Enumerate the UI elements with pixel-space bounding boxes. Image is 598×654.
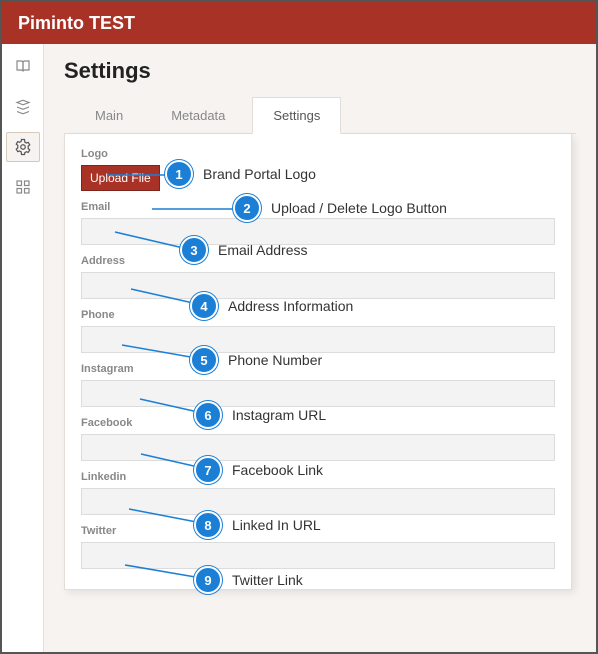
- twitter-label: Twitter: [81, 525, 555, 537]
- email-input[interactable]: [81, 218, 555, 245]
- instagram-input[interactable]: [81, 380, 555, 407]
- stack-icon: [14, 98, 32, 116]
- email-group: Email: [81, 201, 555, 245]
- phone-label: Phone: [81, 309, 555, 321]
- logo-group: Logo Upload File: [81, 148, 555, 191]
- tab-settings[interactable]: Settings: [252, 97, 341, 134]
- settings-panel: Logo Upload File Email Address Phone Ins…: [64, 134, 572, 590]
- address-label: Address: [81, 255, 555, 267]
- app-header: Piminto TEST: [2, 2, 596, 44]
- linkedin-label: Linkedin: [81, 471, 555, 483]
- email-label: Email: [81, 201, 555, 213]
- gear-icon: [14, 138, 32, 156]
- twitter-group: Twitter: [81, 525, 555, 569]
- facebook-input[interactable]: [81, 434, 555, 461]
- sidebar: [2, 44, 44, 652]
- grid-icon: [14, 178, 32, 196]
- instagram-group: Instagram: [81, 363, 555, 407]
- sidebar-item-4[interactable]: [6, 172, 40, 202]
- instagram-label: Instagram: [81, 363, 555, 375]
- sidebar-item-settings[interactable]: [6, 132, 40, 162]
- sidebar-item-2[interactable]: [6, 92, 40, 122]
- address-input[interactable]: [81, 272, 555, 299]
- book-icon: [14, 58, 32, 76]
- content: Settings Main Metadata Settings Logo Upl…: [44, 44, 596, 652]
- address-group: Address: [81, 255, 555, 299]
- page-title: Settings: [64, 58, 576, 84]
- tabs: Main Metadata Settings: [64, 96, 576, 134]
- tab-metadata[interactable]: Metadata: [150, 97, 246, 134]
- phone-input[interactable]: [81, 326, 555, 353]
- twitter-input[interactable]: [81, 542, 555, 569]
- sidebar-item-1[interactable]: [6, 52, 40, 82]
- logo-label: Logo: [81, 148, 555, 160]
- facebook-group: Facebook: [81, 417, 555, 461]
- tab-main[interactable]: Main: [74, 97, 144, 134]
- upload-file-button[interactable]: Upload File: [81, 165, 160, 191]
- app-title: Piminto TEST: [18, 13, 135, 34]
- linkedin-group: Linkedin: [81, 471, 555, 515]
- facebook-label: Facebook: [81, 417, 555, 429]
- linkedin-input[interactable]: [81, 488, 555, 515]
- phone-group: Phone: [81, 309, 555, 353]
- layout: Settings Main Metadata Settings Logo Upl…: [2, 44, 596, 652]
